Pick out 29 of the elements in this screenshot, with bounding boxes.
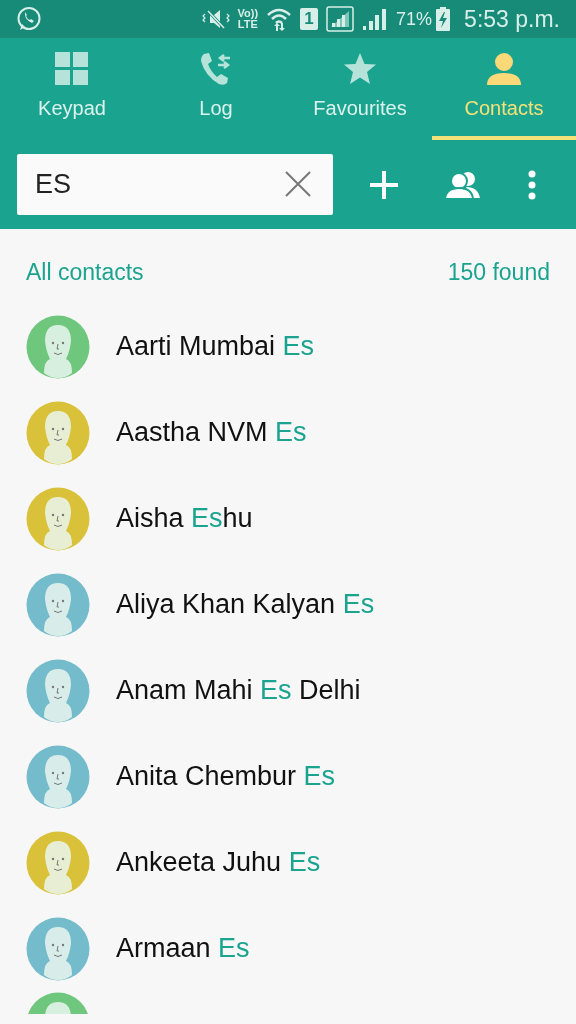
battery-percentage: 71% (396, 7, 433, 31)
lte-label: LTE (237, 19, 258, 30)
people-icon[interactable] (444, 169, 482, 200)
chat-bubble-icon (16, 6, 42, 32)
sim-badge: 1 (300, 8, 319, 30)
signal-bars-icon (362, 7, 389, 31)
add-icon[interactable] (369, 169, 400, 200)
wifi-icon (266, 7, 293, 31)
contact-name[interactable]: Anita Chembur Es (116, 756, 336, 797)
mute-icon (201, 8, 230, 30)
search-field[interactable]: ES (17, 154, 333, 215)
contact-name[interactable]: Aisha Eshu (116, 498, 253, 539)
contact-name[interactable]: Ankeeta Juhu Es (116, 842, 321, 883)
contact-name[interactable]: Aarti Mumbai Es (116, 326, 315, 367)
contact-name[interactable]: Anam Mahi Es Delhi (116, 670, 361, 711)
keypad-icon (54, 51, 90, 87)
clock-time: 5:53 p.m. (464, 4, 560, 34)
contact-name[interactable]: Aliya Khan Kalyan Es (116, 584, 375, 625)
result-count: 150 found (447, 258, 550, 287)
volte-label: Vo)) (237, 8, 259, 19)
battery-charging-icon (436, 7, 451, 31)
signal-strength-icon (326, 6, 355, 32)
more-options-icon[interactable] (526, 169, 537, 200)
contact-name[interactable]: Aastha NVM Es (116, 412, 307, 453)
section-title: All contacts (26, 258, 144, 287)
person-icon (485, 51, 523, 87)
contact-name[interactable]: Armaan Es (116, 928, 250, 969)
clear-icon[interactable] (285, 171, 311, 197)
star-icon (342, 51, 378, 87)
